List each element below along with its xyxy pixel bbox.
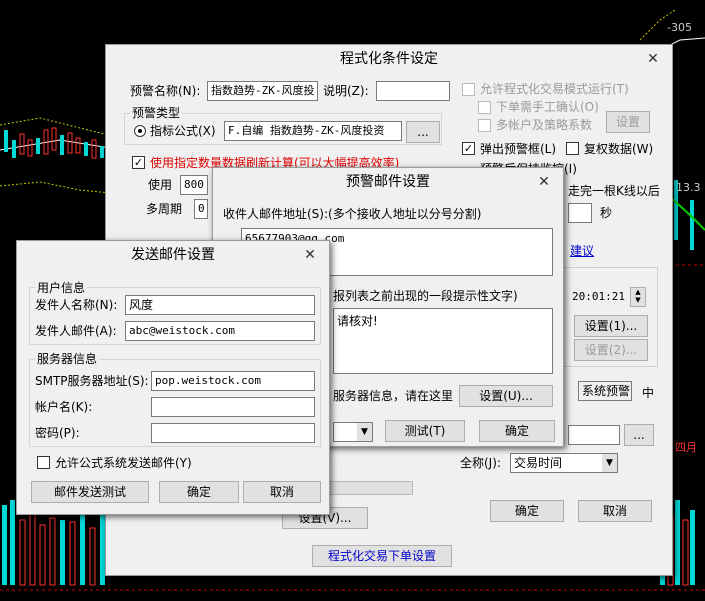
sender-mail-label: 发件人邮件(A): (35, 324, 117, 338)
dialog-title: 程式化条件设定 (106, 45, 672, 73)
cancel-button[interactable]: 取消 (578, 500, 652, 522)
formula-input[interactable]: F.自编 指数趋势-ZK-风度投资 (224, 121, 402, 141)
description-input[interactable] (376, 81, 450, 101)
system-alert-box[interactable]: 系统预警 (578, 381, 632, 401)
use-count-input[interactable]: 800 (180, 175, 208, 195)
mid-label: 中 (642, 386, 655, 400)
popup-alert-label: 弹出预警框(L) (480, 142, 557, 156)
indicator-radio-label: 指标公式(X) (150, 124, 216, 138)
manual-confirm-label: 下单需手工确认(O) (496, 100, 599, 114)
setup-u-button[interactable]: 设置(U)... (459, 385, 553, 407)
mail-dialog-title: 预警邮件设置 (213, 168, 563, 196)
sender-mail-input[interactable]: abc@weistock.com (125, 321, 315, 341)
program-order-button[interactable]: 程式化交易下单设置 (312, 545, 452, 567)
alert-name-input[interactable]: 指数趋势-ZK-风度投 (207, 81, 318, 101)
alert-type-label: 预警类型 (130, 105, 183, 121)
close-icon[interactable]: ✕ (531, 172, 557, 192)
prefix-label: 报列表之前出现的一段提示性文字) (333, 289, 518, 303)
multi-account-settings-button[interactable]: 设置 (606, 111, 650, 133)
screen: -305 13.3 四月 程式化条件设定 ✕ 预警名称(N): 指数趋势-ZK-… (0, 0, 705, 601)
alert-name-label: 预警名称(N): (130, 84, 201, 98)
multi-period-label: 多周期 (146, 202, 183, 216)
password-input[interactable] (151, 423, 315, 443)
allow-program-trade-checkbox[interactable] (462, 83, 475, 96)
allow-formula-mail-checkbox[interactable] (37, 456, 50, 469)
account-input[interactable] (151, 397, 315, 417)
seconds-input[interactable] (568, 203, 592, 223)
mail-ok-button[interactable]: 确定 (479, 420, 555, 442)
server-info-label: 服务器信息 (35, 351, 100, 367)
send-ok-button[interactable]: 确定 (159, 481, 239, 503)
use-specified-checkbox[interactable]: ✓ (132, 156, 145, 169)
smtp-label: SMTP服务器地址(S): (35, 374, 149, 388)
multi-account-checkbox[interactable] (478, 119, 491, 132)
send-cancel-button[interactable]: 取消 (243, 481, 321, 503)
test-send-button[interactable]: 邮件发送测试 (31, 481, 149, 503)
manual-confirm-checkbox[interactable] (478, 101, 491, 114)
restore-data-label: 复权数据(W) (584, 142, 654, 156)
sender-name-input[interactable]: 风度 (125, 295, 315, 315)
use-label: 使用 (148, 178, 173, 192)
send-dialog-title: 发送邮件设置 (17, 241, 329, 269)
seconds-label: 秒 (600, 206, 613, 220)
description-label: 说明(Z): (323, 84, 369, 98)
browse2-button[interactable]: ... (624, 424, 654, 446)
user-info-label: 用户信息 (35, 280, 88, 296)
setup1-button[interactable]: 设置(1)... (574, 315, 648, 337)
formula-browse-button[interactable]: ... (406, 121, 440, 143)
server-info-label: 服务器信息，请在这里 (333, 389, 454, 403)
popup-alert-checkbox[interactable]: ✓ (462, 142, 475, 155)
multi-account-label: 多帐户及策略系数 (496, 118, 593, 132)
time-spinner[interactable]: ▲ ▼ (630, 287, 646, 307)
time-select-label: 全称(J): (460, 456, 501, 470)
allow-formula-mail-label: 允许公式系统发送邮件(Y) (55, 456, 192, 470)
smtp-input[interactable]: pop.weistock.com (151, 371, 315, 391)
wait-bar-complete-label: 走完一根K线以后 (568, 184, 660, 198)
test-button[interactable]: 测试(T) (385, 420, 465, 442)
price-label-2: 13.3 (676, 181, 701, 194)
restore-data-checkbox[interactable] (566, 142, 579, 155)
chevron-down-icon[interactable]: ▼ (602, 454, 617, 472)
time-readout: 20:01:21 (572, 290, 625, 303)
close-icon[interactable]: ✕ (640, 49, 666, 69)
close-icon[interactable]: ✕ (297, 245, 323, 265)
password-label: 密码(P): (35, 426, 80, 440)
indicator-radio[interactable] (134, 125, 146, 137)
send-mail-dialog: 发送邮件设置 ✕ 用户信息 发件人名称(N): 风度 发件人邮件(A): abc… (16, 240, 330, 515)
setup2-button[interactable]: 设置(2)... (574, 339, 648, 361)
sender-name-label: 发件人名称(N): (35, 298, 118, 312)
multi-period-input[interactable]: 0 (194, 199, 208, 219)
recipients-label: 收件人邮件地址(S):(多个接收人地址以分号分割) (223, 207, 482, 221)
price-label: -305 (667, 21, 692, 34)
account-label: 帐户名(K): (35, 400, 93, 414)
allow-program-trade-label: 允许程式化交易模式运行(T) (480, 82, 629, 96)
suggest-link[interactable]: 建议 (570, 243, 594, 259)
hidden-select[interactable] (319, 481, 413, 495)
path-input[interactable] (568, 425, 620, 445)
chevron-down-icon[interactable]: ▼ (357, 423, 372, 441)
ok-button[interactable]: 确定 (490, 500, 564, 522)
date-label: 四月 (675, 441, 697, 454)
prefix-textarea[interactable]: 请核对! (333, 308, 553, 374)
